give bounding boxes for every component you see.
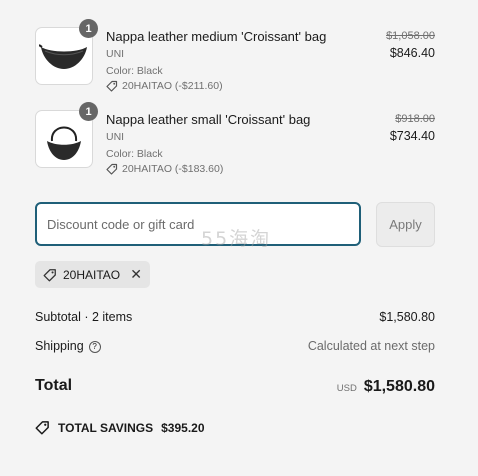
tag-icon [43, 268, 56, 281]
subtotal-value: $1,580.80 [379, 310, 435, 324]
subtotal-label: Subtotal · 2 items [35, 310, 133, 324]
item-discount: 20HAITAO (-$211.60) [106, 80, 223, 92]
tag-icon [106, 80, 118, 92]
applied-discount-chip: 20HAITAO ✕ [35, 261, 150, 288]
currency-code: USD [336, 383, 357, 394]
savings-label: TOTAL SAVINGS [58, 420, 154, 435]
quantity-badge: 1 [79, 19, 98, 38]
apply-button[interactable]: Apply [376, 202, 435, 247]
shipping-label: Shipping [35, 339, 84, 353]
shipping-row: Shipping? [35, 339, 101, 353]
savings-value: $395.20 [161, 420, 205, 435]
total-savings: TOTAL SAVINGS $395.20 [35, 420, 205, 435]
total-value: USD $1,580.80 [337, 378, 435, 396]
tag-icon [35, 421, 49, 435]
help-icon[interactable]: ? [88, 340, 101, 353]
total-amount: $1,580.80 [363, 378, 435, 395]
item-discount-label: 20HAITAO (-$211.60) [122, 80, 223, 92]
original-price: $918.00 [395, 113, 435, 125]
remove-discount-icon[interactable]: ✕ [130, 266, 142, 283]
product-color: Color: Black [106, 65, 163, 77]
original-price: $1,058.00 [386, 30, 435, 42]
item-discount: 20HAITAO (-$183.60) [106, 163, 223, 175]
product-variant: UNI [106, 131, 125, 143]
quantity-badge: 1 [79, 102, 98, 121]
item-discount-label: 20HAITAO (-$183.60) [122, 163, 224, 175]
product-name: Nappa leather medium 'Croissant' bag [106, 29, 327, 44]
line-item: 1 Nappa leather medium 'Croissant' bag U… [35, 19, 435, 92]
discount-code-input[interactable] [35, 202, 361, 246]
crossbody-bag-image [39, 44, 87, 69]
product-name: Nappa leather small 'Croissant' bag [106, 112, 311, 127]
total-label: Total [35, 377, 73, 394]
discounted-price: $734.40 [389, 129, 435, 143]
shipping-value: Calculated at next step [307, 339, 435, 353]
product-color: Color: Black [106, 148, 163, 160]
applied-code-label: 20HAITAO [63, 267, 121, 282]
product-variant: UNI [106, 48, 125, 60]
discounted-price: $846.40 [389, 46, 435, 60]
line-item: 1 Nappa leather small 'Croissant' bag UN… [35, 102, 435, 175]
tag-icon [106, 163, 118, 175]
shoulder-bag-image [47, 126, 81, 160]
